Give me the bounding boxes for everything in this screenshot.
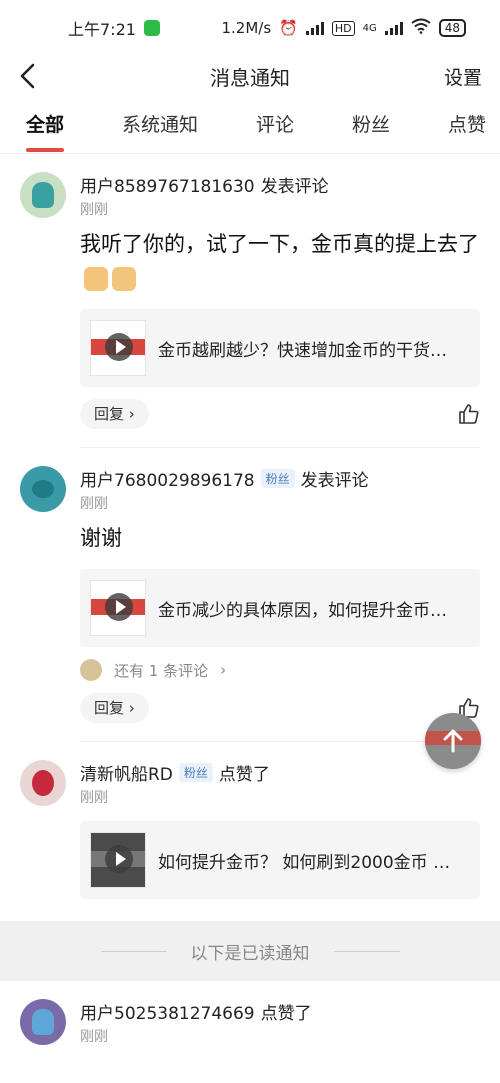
fan-badge: 粉丝	[178, 762, 213, 782]
comment-content: 我听了你的，试了一下，金币真的提上去了	[80, 227, 480, 295]
referenced-video-card[interactable]: 金币越刷越少？快速增加金币的干货…	[80, 309, 480, 387]
notification-item: 用户8589767181630 发表评论 刚刚 我听了你的，试了一下，金币真的提…	[0, 154, 500, 429]
action-text: 点赞了	[260, 1003, 312, 1024]
user-line: 用户8589767181630 发表评论	[80, 172, 480, 197]
user-line: 用户5025381274669 点赞了	[80, 999, 480, 1024]
action-text: 发表评论	[300, 470, 369, 491]
divider-line	[100, 950, 167, 952]
play-icon	[105, 333, 133, 361]
flexed-biceps-emoji-icon	[112, 267, 136, 291]
notification-item: 清新帆船RD 粉丝 点赞了 刚刚 如何提升金币？ 如何刷到2000金币 …	[0, 742, 500, 899]
scroll-to-top-button[interactable]	[425, 713, 481, 769]
signal-icon	[305, 21, 324, 35]
notification-item: 用户7680029896178 粉丝 发表评论 刚刚 谢谢 金币减少的具体原因，…	[0, 448, 500, 723]
page-title: 消息通知	[210, 65, 290, 90]
timestamp: 刚刚	[80, 790, 108, 806]
status-time: 上午7:21	[68, 20, 136, 39]
referenced-video-card[interactable]: 金币减少的具体原因，如何提升金币…	[80, 569, 480, 647]
comment-text: 我听了你的，试了一下，金币真的提上去了	[80, 232, 479, 256]
video-title: 金币减少的具体原因，如何提升金币…	[158, 600, 447, 621]
alarm-icon: ⏰	[279, 19, 298, 37]
tab-bar: 全部 系统通知 评论 粉丝 点赞	[0, 96, 500, 154]
video-thumbnail	[90, 832, 146, 888]
divider-line	[333, 950, 400, 952]
timestamp: 刚刚	[80, 1029, 108, 1045]
username[interactable]: 用户5025381274669	[80, 999, 255, 1024]
user-line: 用户7680029896178 粉丝 发表评论	[80, 466, 480, 491]
reply-label: 回复	[94, 405, 125, 423]
more-replies-text: 还有 1 条评论	[114, 661, 209, 680]
read-notifications-divider: 以下是已读通知	[0, 921, 500, 981]
username[interactable]: 清新帆船RD	[80, 760, 173, 785]
timestamp: 刚刚	[80, 496, 108, 512]
play-icon	[105, 593, 133, 621]
action-text: 点赞了	[218, 764, 270, 785]
video-thumbnail	[90, 320, 146, 376]
avatar-face	[32, 1009, 54, 1035]
reply-label: 回复	[94, 699, 125, 717]
network-speed: 1.2M/s	[221, 19, 272, 37]
thumb-up-icon[interactable]	[458, 403, 480, 425]
tab-likes[interactable]: 点赞	[448, 96, 486, 154]
action-text: 发表评论	[260, 176, 329, 197]
read-divider-text: 以下是已读通知	[190, 943, 310, 964]
arrow-up-icon	[443, 729, 463, 753]
notification-body: 用户8589767181630 发表评论 刚刚 我听了你的，试了一下，金币真的提…	[80, 172, 480, 429]
tab-comments[interactable]: 评论	[256, 96, 294, 154]
fan-badge: 粉丝	[260, 468, 295, 488]
status-left: 上午7:21	[68, 16, 160, 40]
action-row: 回复 ›	[80, 399, 480, 429]
username[interactable]: 用户7680029896178	[80, 466, 255, 491]
status-right: 1.2M/s ⏰ HD 4G 48	[221, 18, 466, 38]
chevron-right-icon: ›	[220, 661, 227, 679]
video-thumbnail	[90, 580, 146, 636]
video-title: 金币越刷越少？快速增加金币的干货…	[158, 340, 447, 361]
tab-system[interactable]: 系统通知	[122, 96, 198, 154]
reply-button[interactable]: 回复 ›	[80, 399, 149, 429]
avatar[interactable]	[20, 760, 66, 806]
notification-body: 用户7680029896178 粉丝 发表评论 刚刚 谢谢 金币减少的具体原因，…	[80, 466, 480, 723]
avatar[interactable]	[20, 466, 66, 512]
notification-body: 用户5025381274669 点赞了 刚刚	[80, 999, 480, 1046]
avatar-face	[32, 182, 54, 208]
play-icon	[105, 845, 133, 873]
nav-bar: 消息通知 设置	[0, 56, 500, 96]
action-row: 回复 ›	[80, 693, 480, 723]
settings-button[interactable]: 设置	[444, 63, 482, 90]
flexed-biceps-emoji-icon	[84, 267, 108, 291]
referenced-video-card[interactable]: 如何提升金币？ 如何刷到2000金币 …	[80, 821, 480, 899]
battery-level: 48	[438, 19, 466, 37]
video-title: 如何提升金币？ 如何刷到2000金币 …	[158, 852, 451, 873]
signal-icon-2	[384, 21, 403, 35]
network-type: 4G	[362, 22, 377, 34]
status-bar: 上午7:21 1.2M/s ⏰ HD 4G 48	[0, 0, 500, 56]
comment-content: 谢谢	[80, 526, 122, 550]
user-line: 清新帆船RD 粉丝 点赞了	[80, 760, 480, 785]
wifi-icon	[411, 18, 431, 38]
tab-fans[interactable]: 粉丝	[352, 96, 390, 154]
notification-body: 清新帆船RD 粉丝 点赞了 刚刚 如何提升金币？ 如何刷到2000金币 …	[80, 760, 480, 899]
notification-item: 用户5025381274669 点赞了 刚刚	[0, 981, 500, 1046]
wechat-notification-icon	[143, 20, 160, 36]
avatar-face	[32, 770, 54, 796]
hd-icon: HD	[331, 20, 355, 36]
tab-all[interactable]: 全部	[26, 96, 65, 154]
back-icon[interactable]	[18, 62, 36, 90]
username[interactable]: 用户8589767181630	[80, 172, 255, 197]
avatar-face	[32, 480, 54, 498]
more-replies-link[interactable]: 还有 1 条评论 ›	[80, 659, 480, 681]
reply-button[interactable]: 回复 ›	[80, 693, 149, 723]
mini-avatar	[80, 659, 102, 681]
timestamp: 刚刚	[80, 202, 108, 218]
avatar[interactable]	[20, 999, 66, 1045]
avatar[interactable]	[20, 172, 66, 218]
